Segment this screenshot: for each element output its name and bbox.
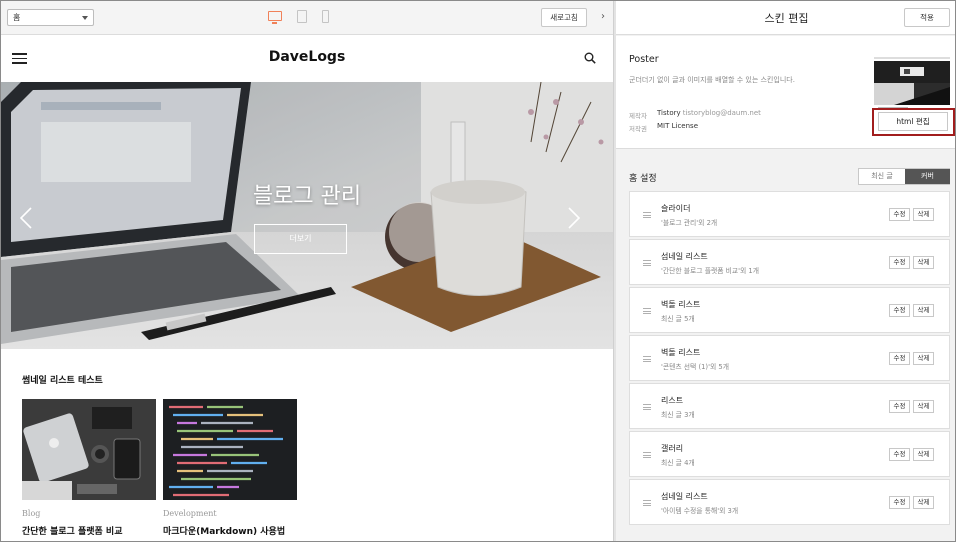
delete-button[interactable]: 삭제	[913, 352, 934, 365]
module-title: 슬라이더	[661, 204, 691, 213]
skin-name: Poster	[629, 54, 659, 65]
delete-button[interactable]: 삭제	[913, 256, 934, 269]
post-category[interactable]: Blog	[22, 509, 40, 518]
drag-handle-icon[interactable]	[643, 260, 651, 266]
license-value: MIT License	[657, 122, 698, 130]
drag-handle-icon[interactable]	[643, 212, 651, 218]
apply-button[interactable]: 적용	[904, 8, 950, 27]
post-category[interactable]: Development	[163, 509, 217, 518]
tablet-view-icon[interactable]	[297, 10, 307, 23]
list-item[interactable]: 벽돌 리스트 '콘텐츠 선택 (1)'외 5개 수정 삭제	[629, 335, 950, 381]
module-subtitle: '블로그 관리'외 2개	[661, 219, 718, 227]
delete-button[interactable]: 삭제	[913, 304, 934, 317]
chevron-down-icon	[82, 16, 88, 20]
module-subtitle: '간단한 블로그 플랫폼 비교'외 1개	[661, 267, 759, 275]
post-thumbnail-image	[22, 399, 156, 500]
blog-header: DaveLogs	[1, 36, 613, 82]
post-title[interactable]: 간단한 블로그 플랫폼 비교	[22, 524, 122, 537]
delete-button[interactable]: 삭제	[913, 400, 934, 413]
skin-preview-thumbnail	[874, 53, 950, 113]
edit-button[interactable]: 수정	[889, 208, 910, 221]
delete-button[interactable]: 삭제	[913, 496, 934, 509]
skin-description: 군더더기 없이 글과 이미지를 배열할 수 있는 스킨입니다.	[629, 76, 795, 84]
post-thumbnail[interactable]	[163, 399, 297, 500]
list-item[interactable]: 슬라이더 '블로그 관리'외 2개 수정 삭제	[629, 191, 950, 237]
blog-title[interactable]: DaveLogs	[1, 49, 613, 65]
section-title: 썸네일 리스트 테스트	[22, 376, 103, 386]
edit-button[interactable]: 수정	[889, 448, 910, 461]
search-icon[interactable]	[584, 52, 596, 64]
drag-handle-icon[interactable]	[643, 356, 651, 362]
drag-handle-icon[interactable]	[643, 404, 651, 410]
drag-handle-icon[interactable]	[643, 500, 651, 506]
skin-info: Poster 군더더기 없이 글과 이미지를 배열할 수 있는 스킨입니다. 제…	[616, 36, 955, 149]
editor-header: 스킨 편집 적용	[616, 1, 955, 35]
edit-button[interactable]: 수정	[889, 496, 910, 509]
home-settings-label: 홈 설정	[629, 174, 657, 184]
hero-more-button[interactable]: 더보기	[254, 224, 347, 254]
post-title[interactable]: 마크다운(Markdown) 사용법	[163, 524, 285, 537]
chevron-left-icon[interactable]	[19, 207, 33, 229]
author-email: tistoryblog@daum.net	[682, 109, 761, 117]
skin-editor-panel: 스킨 편집 적용 Poster 군더더기 없이 글과 이미지를 배열할 수 있는…	[616, 1, 955, 541]
module-subtitle: '콘텐츠 선택 (1)'외 5개	[661, 363, 729, 371]
app-window: 홈 새로고침 › DaveLogs 블로그 관리 더보기 썸네일 리스트 테스트…	[0, 0, 956, 542]
module-subtitle: 최신 글 3개	[661, 411, 695, 419]
list-item[interactable]: 섬네일 리스트 '아이템 수정을 통해'외 3개 수정 삭제	[629, 479, 950, 525]
module-title: 섬네일 리스트	[661, 492, 708, 501]
author-label: 제작자	[629, 112, 647, 120]
list-item[interactable]: 섬네일 리스트 '간단한 블로그 플랫폼 비교'외 1개 수정 삭제	[629, 239, 950, 285]
list-item[interactable]: 리스트 최신 글 3개 수정 삭제	[629, 383, 950, 429]
module-title: 갤러리	[661, 444, 684, 453]
module-title: 섬네일 리스트	[661, 252, 708, 261]
preview-toolbar: 홈 새로고침 ›	[1, 1, 613, 35]
drag-handle-icon[interactable]	[643, 452, 651, 458]
edit-button[interactable]: 수정	[889, 256, 910, 269]
skin-preview-image	[874, 53, 950, 113]
edit-button[interactable]: 수정	[889, 352, 910, 365]
drag-handle-icon[interactable]	[643, 308, 651, 314]
module-subtitle: '아이템 수정을 통해'외 3개	[661, 507, 739, 515]
module-title: 벽돌 리스트	[661, 348, 701, 357]
delete-button[interactable]: 삭제	[913, 208, 934, 221]
desktop-view-icon[interactable]	[268, 11, 282, 24]
mobile-view-icon[interactable]	[322, 10, 329, 23]
html-edit-button[interactable]: html 편집	[878, 112, 948, 131]
hero-slider: 블로그 관리 더보기	[1, 82, 613, 349]
cover-module-list: 슬라이더 '블로그 관리'외 2개 수정 삭제 섬네일 리스트 '간단한 블로그…	[629, 191, 950, 541]
list-item[interactable]: 벽돌 리스트 최신 글 5개 수정 삭제	[629, 287, 950, 333]
chevron-right-icon[interactable]	[567, 207, 581, 229]
hero-image	[1, 82, 613, 349]
home-type-toggle: 최신 글 커버	[858, 168, 950, 185]
module-subtitle: 최신 글 4개	[661, 459, 695, 467]
refresh-button[interactable]: 새로고침	[541, 8, 587, 27]
tab-latest-posts[interactable]: 최신 글	[859, 169, 905, 184]
tab-cover[interactable]: 커버	[905, 169, 950, 184]
module-title: 리스트	[661, 396, 684, 405]
module-subtitle: 최신 글 5개	[661, 315, 695, 323]
license-label: 저작권	[629, 125, 647, 133]
post-thumbnail-image	[163, 399, 297, 500]
chevron-right-icon[interactable]: ›	[601, 12, 605, 22]
page-select-value: 홈	[13, 13, 21, 22]
module-title: 벽돌 리스트	[661, 300, 701, 309]
list-item[interactable]: 갤러리 최신 글 4개 수정 삭제	[629, 431, 950, 477]
edit-button[interactable]: 수정	[889, 400, 910, 413]
author-name: Tistory	[657, 109, 681, 117]
edit-button[interactable]: 수정	[889, 304, 910, 317]
author-value: Tistory tistoryblog@daum.net	[657, 109, 761, 117]
hero-title: 블로그 관리	[252, 184, 362, 209]
post-thumbnail[interactable]	[22, 399, 156, 500]
delete-button[interactable]: 삭제	[913, 448, 934, 461]
preview-pane: 홈 새로고침 › DaveLogs 블로그 관리 더보기 썸네일 리스트 테스트…	[1, 1, 613, 541]
page-select[interactable]: 홈	[7, 9, 94, 26]
